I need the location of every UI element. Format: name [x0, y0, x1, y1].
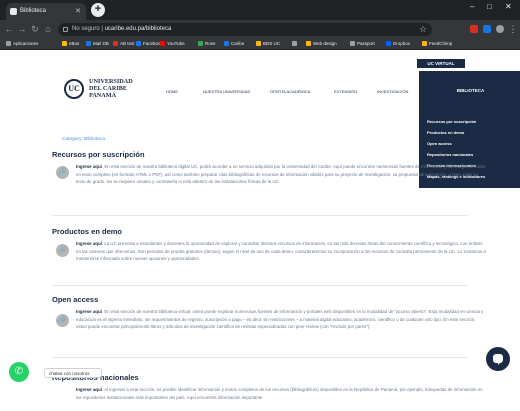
new-tab-button[interactable]: +	[91, 3, 105, 17]
bookmark-favicon-icon	[422, 41, 427, 46]
nav-nuestra-universidad[interactable]: NUESTRA UNIVERSIDAD	[203, 89, 250, 94]
section-text: . En esta sección de nuestra biblioteca …	[76, 309, 484, 330]
bookmark-favicon-icon	[224, 41, 229, 46]
browser-tabstrip: Biblioteca ✕ + – □ ✕	[0, 0, 520, 20]
home-icon[interactable]: ⌂	[43, 23, 53, 35]
category-label: Category:	[62, 137, 83, 142]
bookmark-item[interactable]: eBus	[62, 38, 79, 50]
bookmark-favicon-icon	[198, 41, 203, 46]
menu-kebab-icon[interactable]: ⋮	[508, 23, 518, 35]
extension-icon[interactable]	[483, 25, 491, 33]
nav-investigacion[interactable]: INVESTIGACIÓN	[377, 89, 408, 94]
bookmark-item[interactable]: BDS UC	[256, 38, 280, 50]
section-title: Open access	[52, 295, 99, 304]
browser-toolbar: ← → ↻ ⌂ No seguro | ucaribe.edu.pa/bibli…	[0, 20, 520, 38]
bookmark-item[interactable]: AB test	[113, 38, 135, 50]
whatsapp-icon: ✆	[14, 366, 24, 377]
bookmark-star-icon[interactable]: ☆	[418, 23, 428, 35]
logo-mark[interactable]: UC	[64, 79, 84, 99]
security-icon	[63, 27, 68, 32]
section-body: Ingrese aquí. En esta sección de nuestra…	[76, 308, 486, 331]
extension-icon[interactable]	[470, 25, 478, 33]
section-link[interactable]: Ingrese aquí	[76, 164, 102, 169]
bookmarks-bar: Aplicaciones eBus Mail DB AB test Facebook Yo…	[0, 38, 520, 50]
bookmark-item[interactable]: Rose	[198, 38, 216, 50]
paperclip-icon: 🔗	[56, 244, 69, 257]
bookmark-favicon-icon	[306, 41, 311, 46]
dropdown-item-repositorios-nacionales[interactable]: Repositorios nacionales	[419, 149, 520, 160]
dropdown-item-productos-demo[interactable]: Productos en demo	[419, 127, 520, 138]
bookmark-item[interactable]: Dropbox	[386, 38, 410, 50]
category-line: Category: Biblioteca	[62, 137, 105, 142]
category-link[interactable]: Biblioteca	[84, 137, 105, 142]
bookmark-favicon-icon	[6, 41, 11, 46]
section-link[interactable]: Ingrese aquí	[76, 387, 102, 392]
bookmark-item[interactable]: Passport	[350, 38, 375, 50]
site-header: UC UNIVERSIDAD DEL CARIBE PANAMÁ HOME NU…	[0, 71, 520, 111]
section-text: . La UC presenta a estudiantes y docente…	[76, 241, 486, 262]
bookmark-item[interactable]	[292, 38, 299, 50]
bookmark-favicon-icon	[256, 41, 261, 46]
section-title: Recursos por suscripción	[52, 150, 145, 159]
bookmark-favicon-icon	[160, 41, 165, 46]
section-body: Ingrese aquí. Al ingresar a esta sección…	[76, 386, 486, 401]
chat-widget-button[interactable]	[486, 347, 510, 371]
nav-biblioteca[interactable]: BIBLIOTECA	[419, 71, 520, 111]
dropdown-item-recursos-suscripcion[interactable]: Recursos por suscripción	[419, 116, 520, 127]
logo-line-1: UNIVERSIDAD	[89, 78, 133, 85]
logo-line-3: PANAMÁ	[89, 92, 117, 100]
bookmark-item[interactable]: YouTube	[160, 38, 185, 50]
bookmark-item[interactable]: Caribe	[224, 38, 244, 50]
minimize-icon[interactable]: –	[470, 2, 474, 11]
security-label: No seguro	[72, 26, 100, 32]
bookmark-favicon-icon	[136, 41, 141, 46]
bookmark-item[interactable]: Mail DB	[86, 38, 109, 50]
section-divider	[52, 357, 468, 358]
section-text: . En esta sección de nuestra biblioteca …	[76, 164, 486, 185]
section-body: Ingrese aquí. La UC presenta a estudiant…	[76, 240, 486, 263]
section-link[interactable]: Ingrese aquí	[76, 241, 102, 246]
browser-tab[interactable]: Biblioteca ✕	[6, 3, 86, 20]
bookmark-favicon-icon	[350, 41, 355, 46]
bookmark-item[interactable]: FeedChimp	[422, 38, 452, 50]
favicon-icon	[10, 8, 17, 15]
section-link[interactable]: Ingrese aquí	[76, 309, 102, 314]
whatsapp-button[interactable]: ✆	[9, 362, 29, 382]
paperclip-icon: 🔗	[56, 314, 69, 327]
bookmark-favicon-icon	[292, 41, 297, 46]
bookmark-favicon-icon	[386, 41, 391, 46]
bookmark-item[interactable]: Aplicaciones	[6, 38, 38, 50]
bookmark-favicon-icon	[86, 41, 91, 46]
paperclip-icon: 🔗	[56, 166, 69, 179]
section-body: Ingrese aquí. En esta sección de nuestra…	[76, 163, 486, 186]
reload-icon[interactable]: ↻	[30, 23, 40, 35]
back-icon[interactable]: ←	[4, 23, 14, 35]
nav-home[interactable]: HOME	[166, 89, 178, 94]
whatsapp-tooltip[interactable]: chatea con nosotros	[44, 368, 102, 378]
nav-extension[interactable]: EXTENSIÓN	[334, 89, 357, 94]
close-tab-icon[interactable]: ✕	[75, 3, 81, 20]
tab-title: Biblioteca	[20, 8, 47, 14]
bookmark-favicon-icon	[113, 41, 118, 46]
nav-oferta-academica[interactable]: OFERTA ACADÉMICA	[270, 89, 310, 94]
dropdown-item-open-access[interactable]: Open access	[419, 138, 520, 149]
window-close-icon[interactable]: ✕	[505, 2, 512, 11]
profile-avatar[interactable]	[496, 25, 504, 33]
section-divider	[52, 285, 468, 286]
web-page: UC VIRTUAL UC UNIVERSIDAD DEL CARIBE PAN…	[0, 51, 520, 411]
section-text: . Al ingresar a esta sección, es posible…	[76, 387, 483, 400]
uc-virtual-button[interactable]: UC VIRTUAL	[417, 59, 465, 68]
logo-text[interactable]: UNIVERSIDAD DEL CARIBE PANAMÁ	[89, 78, 149, 100]
address-bar[interactable]: No seguro | ucaribe.edu.pa/biblioteca	[58, 23, 432, 36]
section-divider	[52, 215, 468, 216]
maximize-icon[interactable]: □	[487, 2, 492, 11]
section-title: Productos en demo	[52, 227, 123, 236]
forward-icon[interactable]: →	[17, 23, 27, 35]
url-text: ucaribe.edu.pa/biblioteca	[104, 26, 172, 32]
bookmark-favicon-icon	[62, 41, 67, 46]
bookmark-item[interactable]: Web design	[306, 38, 337, 50]
bookmark-item[interactable]: Facebook	[136, 38, 163, 50]
